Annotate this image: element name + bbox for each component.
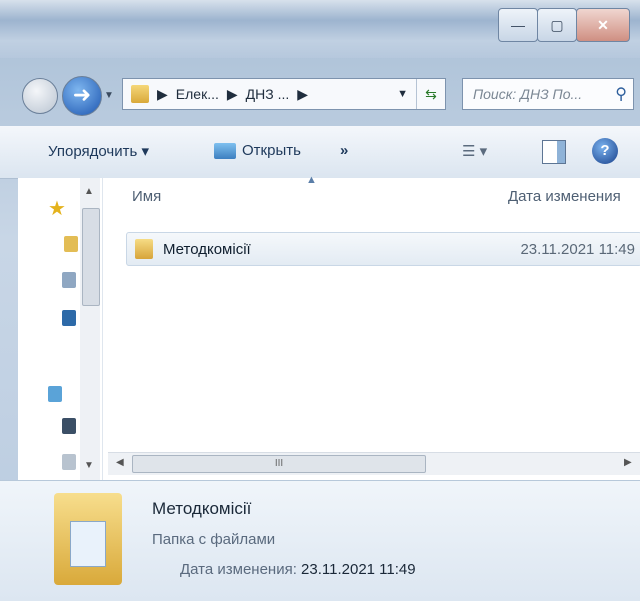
- view-list-icon: ☰: [462, 143, 476, 160]
- maximize-button[interactable]: ▢: [537, 8, 577, 42]
- scroll-grip: III: [274, 458, 284, 469]
- open-button[interactable]: Открыть: [214, 142, 301, 159]
- folder-icon: [135, 239, 153, 259]
- libraries-icon[interactable]: [48, 386, 62, 402]
- scroll-down-icon[interactable]: ▼: [84, 460, 94, 471]
- minimize-button[interactable]: —: [498, 8, 538, 42]
- caption-buttons: — ▢ ✕: [498, 8, 630, 42]
- scroll-right-icon[interactable]: ▶: [624, 457, 632, 468]
- documents-icon[interactable]: [62, 454, 76, 470]
- column-header-name[interactable]: Имя: [132, 188, 161, 205]
- recent-pages-dropdown-icon[interactable]: ▼: [104, 90, 114, 101]
- scroll-thumb[interactable]: [82, 208, 100, 306]
- document-preview: [70, 521, 106, 567]
- details-item-name: Методкомісії: [152, 499, 252, 518]
- back-button[interactable]: [22, 78, 58, 114]
- forward-button[interactable]: ➜: [62, 76, 102, 116]
- breadcrumb-segment-1[interactable]: Елек...: [176, 86, 219, 102]
- item-date: 23.11.2021 11:49: [520, 240, 635, 258]
- close-icon: ✕: [597, 16, 609, 33]
- navigation-pane: ★ ▲ ▼: [18, 178, 103, 480]
- details-date-value: 23.11.2021 11:49: [301, 561, 416, 578]
- address-bar[interactable]: ▶ Елек... ▶ ДНЗ ... ▶ ▼ ⇆: [122, 78, 446, 110]
- breadcrumb-separator-icon: ▶: [226, 85, 238, 102]
- view-options-button[interactable]: ☰ ▾: [462, 142, 487, 160]
- chevron-down-icon: ▾: [141, 143, 149, 160]
- desktop-icon[interactable]: [62, 310, 76, 326]
- horizontal-scrollbar[interactable]: ◀ III ▶: [108, 452, 640, 475]
- search-input[interactable]: Поиск: ДНЗ По... ⚲: [462, 78, 634, 110]
- sort-indicator-icon: ▲: [306, 174, 317, 186]
- title-bar[interactable]: — ▢ ✕: [0, 0, 640, 58]
- navigation-row: ➜ ▼ ▶ Елек... ▶ ДНЗ ... ▶ ▼ ⇆ Поиск: ДНЗ…: [0, 68, 640, 120]
- organize-label: Упорядочить: [48, 143, 138, 160]
- folder-thumbnail-icon: [54, 493, 122, 585]
- list-item[interactable]: Методкомісії 23.11.2021 11:49: [126, 232, 640, 266]
- search-icon[interactable]: ⚲: [615, 84, 627, 104]
- column-header-date[interactable]: Дата изменения: [508, 188, 621, 205]
- refresh-icon: ⇆: [425, 85, 437, 102]
- explorer-window: — ▢ ✕ ➜ ▼ ▶ Елек... ▶ ДНЗ ... ▶ ▼ ⇆ Поис…: [0, 0, 640, 601]
- videos-icon[interactable]: [62, 418, 76, 434]
- minimize-icon: —: [511, 17, 525, 33]
- more-commands-button[interactable]: »: [340, 142, 348, 159]
- details-pane: Методкомісії Папка с файлами Дата измене…: [0, 480, 640, 601]
- close-button[interactable]: ✕: [576, 8, 630, 42]
- chevron-down-icon: ▾: [479, 143, 488, 160]
- network-icon[interactable]: [62, 272, 76, 288]
- breadcrumb-separator-icon[interactable]: ▶: [297, 86, 308, 103]
- breadcrumb-segment-2[interactable]: ДНЗ ...: [246, 86, 290, 102]
- preview-pane-button[interactable]: [542, 140, 566, 164]
- address-dropdown-icon[interactable]: ▼: [397, 88, 408, 100]
- scroll-up-icon[interactable]: ▲: [84, 186, 94, 197]
- refresh-button[interactable]: ⇆: [416, 79, 445, 109]
- details-item-date: Дата изменения: 23.11.2021 11:49: [180, 561, 416, 578]
- command-bar: Упорядочить ▾ Открыть » ☰ ▾ ?: [0, 126, 640, 179]
- maximize-icon: ▢: [550, 16, 564, 33]
- folder-icon: [131, 85, 149, 103]
- favorites-star-icon[interactable]: ★: [48, 196, 66, 221]
- file-list-pane: ▲ Имя Дата изменения Методкомісії 23.11.…: [108, 174, 640, 480]
- help-button[interactable]: ?: [592, 138, 618, 164]
- scroll-thumb[interactable]: III: [132, 455, 426, 473]
- content-area: ★ ▲ ▼ ▲ Имя Дата изменения Методкомісії …: [18, 174, 640, 480]
- open-label: Открыть: [242, 142, 301, 159]
- scroll-left-icon[interactable]: ◀: [116, 457, 124, 468]
- nav-vertical-scrollbar[interactable]: ▲ ▼: [80, 178, 100, 480]
- item-name: Методкомісії: [163, 240, 251, 258]
- breadcrumb-separator-icon: ▶: [157, 85, 168, 102]
- folder-icon[interactable]: [64, 236, 78, 252]
- details-date-label: Дата изменения:: [180, 561, 297, 578]
- organize-button[interactable]: Упорядочить ▾: [48, 142, 149, 160]
- search-placeholder: Поиск: ДНЗ По...: [473, 86, 583, 102]
- details-item-type: Папка с файлами: [152, 531, 276, 548]
- open-folder-icon: [214, 142, 236, 159]
- forward-arrow-icon: ➜: [72, 82, 92, 107]
